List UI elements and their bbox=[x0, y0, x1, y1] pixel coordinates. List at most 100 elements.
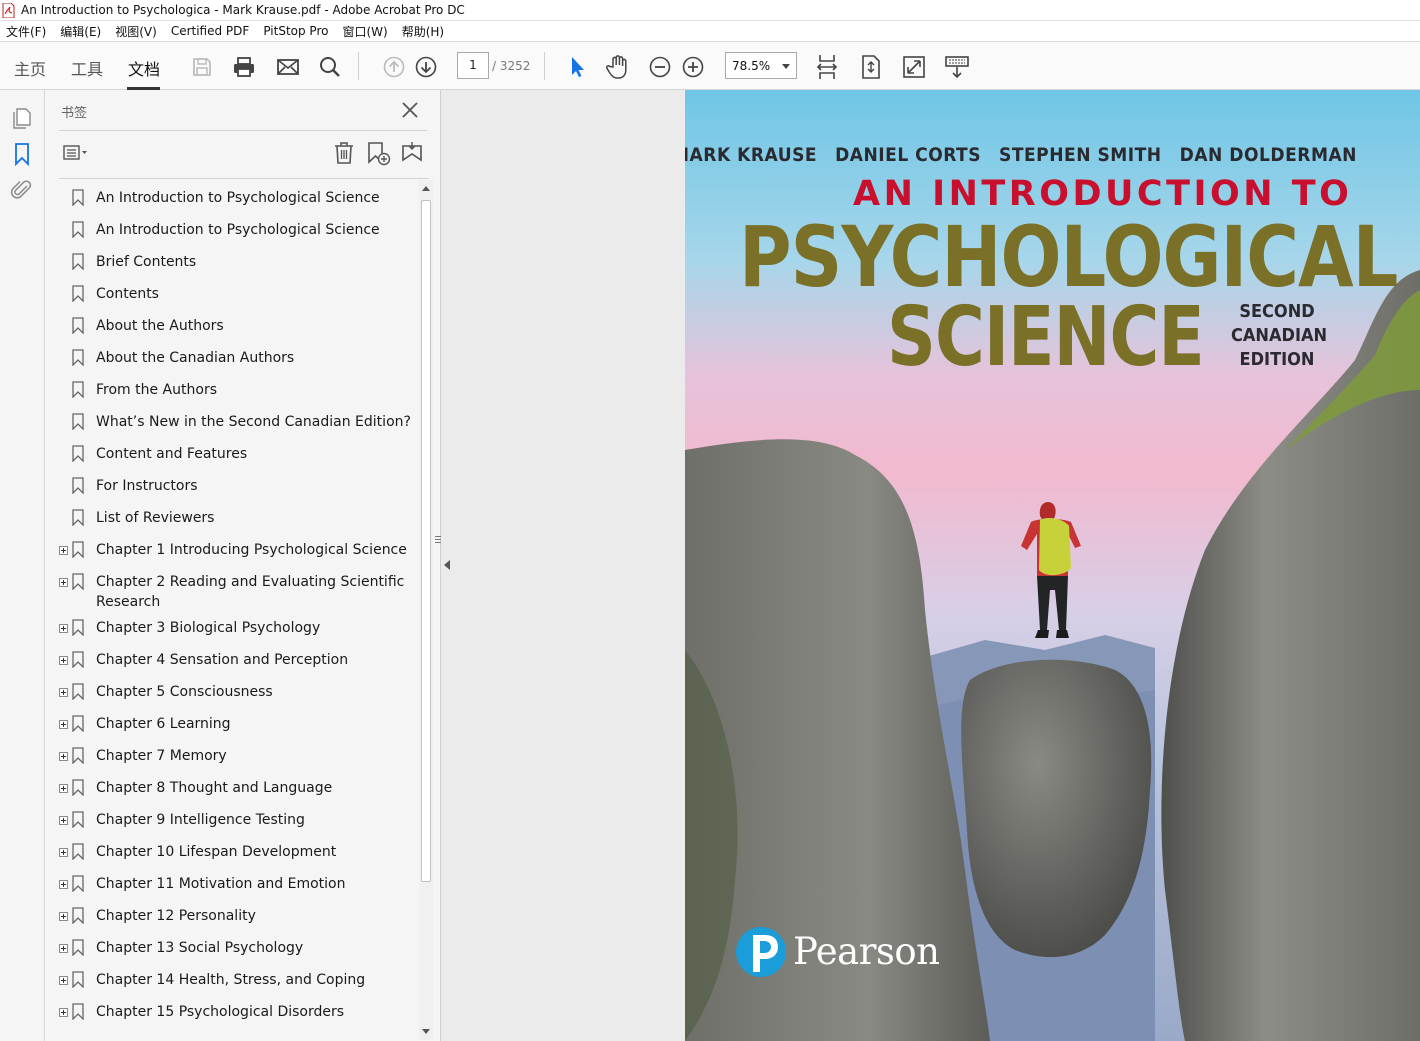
bookmark-item[interactable]: An Introduction to Psychological Science bbox=[59, 188, 419, 220]
bookmark-item[interactable]: Chapter 8 Thought and Language bbox=[59, 778, 419, 810]
scroll-down-icon[interactable] bbox=[422, 1029, 430, 1034]
expand-toggle-icon[interactable] bbox=[59, 944, 68, 953]
menu-help[interactable]: 帮助(H) bbox=[402, 23, 444, 40]
cover-edition-line: SECOND bbox=[1239, 301, 1315, 322]
expand-toggle-icon[interactable] bbox=[59, 1008, 68, 1017]
bookmark-item[interactable]: Chapter 15 Psychological Disorders bbox=[59, 1002, 419, 1034]
collapse-panel-icon[interactable] bbox=[444, 560, 450, 570]
options-menu-icon[interactable] bbox=[62, 140, 88, 166]
expand-toggle-icon[interactable] bbox=[59, 912, 68, 921]
cover-edition-line: EDITION bbox=[1239, 349, 1315, 370]
bookmark-icon bbox=[72, 541, 84, 558]
divider bbox=[59, 130, 427, 131]
page-thumbnails-icon[interactable] bbox=[10, 106, 34, 130]
bookmark-item[interactable]: Chapter 5 Consciousness bbox=[59, 682, 419, 714]
zoom-select[interactable]: 78.5% bbox=[725, 52, 797, 79]
bookmark-from-structure-icon[interactable] bbox=[399, 140, 425, 166]
menu-certified-pdf[interactable]: Certified PDF bbox=[171, 24, 250, 38]
print-icon[interactable] bbox=[231, 54, 257, 80]
bookmark-item[interactable]: Contents bbox=[59, 284, 419, 316]
page-up-icon[interactable] bbox=[381, 54, 407, 80]
expand-toggle-icon[interactable] bbox=[59, 656, 68, 665]
zoom-in-icon[interactable] bbox=[680, 54, 706, 80]
scrollbar-thumb[interactable] bbox=[421, 200, 431, 882]
bookmark-item[interactable]: Chapter 3 Biological Psychology bbox=[59, 618, 419, 650]
expand-toggle-icon[interactable] bbox=[59, 848, 68, 857]
select-cursor-icon[interactable] bbox=[563, 54, 589, 80]
bookmark-label: Chapter 12 Personality bbox=[96, 908, 256, 924]
bookmarks-scrollbar[interactable] bbox=[419, 180, 433, 1040]
page-number-input[interactable]: 1 bbox=[457, 52, 489, 79]
window-title-bar: An Introduction to Psychologica - Mark K… bbox=[0, 0, 1420, 21]
menu-view[interactable]: 视图(V) bbox=[115, 23, 157, 40]
menu-pitstop-pro[interactable]: PitStop Pro bbox=[263, 24, 328, 38]
bookmarks-icon[interactable] bbox=[10, 142, 34, 166]
bookmark-icon bbox=[72, 811, 84, 828]
fit-page-icon[interactable] bbox=[858, 54, 884, 80]
tab-tools[interactable]: 工具 bbox=[71, 56, 103, 80]
bookmark-icon bbox=[72, 683, 84, 700]
bookmark-item[interactable]: What’s New in the Second Canadian Editio… bbox=[59, 412, 419, 444]
bookmark-item[interactable]: Content and Features bbox=[59, 444, 419, 476]
document-view[interactable]: MARK KRAUSE DANIEL CORTS STEPHEN SMITH D… bbox=[441, 90, 1420, 1041]
expand-toggle-icon[interactable] bbox=[59, 816, 68, 825]
bookmark-item[interactable]: Chapter 14 Health, Stress, and Coping bbox=[59, 970, 419, 1002]
new-bookmark-icon[interactable] bbox=[365, 140, 391, 166]
bookmark-item[interactable]: From the Authors bbox=[59, 380, 419, 412]
bookmark-item[interactable]: An Introduction to Psychological Science bbox=[59, 220, 419, 252]
email-icon[interactable] bbox=[275, 54, 301, 80]
cover-authors: MARK KRAUSE DANIEL CORTS STEPHEN SMITH D… bbox=[685, 144, 1420, 166]
expand-toggle-icon[interactable] bbox=[59, 688, 68, 697]
bookmark-item[interactable]: Chapter 4 Sensation and Perception bbox=[59, 650, 419, 682]
expand-toggle-icon[interactable] bbox=[59, 752, 68, 761]
bookmark-item[interactable]: For Instructors bbox=[59, 476, 419, 508]
menu-window[interactable]: 窗口(W) bbox=[342, 23, 387, 40]
expand-toggle-icon[interactable] bbox=[59, 880, 68, 889]
bookmark-item[interactable]: Chapter 9 Intelligence Testing bbox=[59, 810, 419, 842]
bookmark-item[interactable]: Chapter 13 Social Psychology bbox=[59, 938, 419, 970]
tab-document[interactable]: 文档 bbox=[128, 56, 160, 80]
read-mode-icon[interactable] bbox=[944, 54, 970, 80]
save-icon[interactable] bbox=[189, 54, 215, 80]
bookmark-item[interactable]: About the Authors bbox=[59, 316, 419, 348]
bookmarks-list: An Introduction to Psychological Science… bbox=[59, 179, 419, 1039]
chevron-down-icon bbox=[782, 64, 790, 69]
bookmark-item[interactable]: Chapter 12 Personality bbox=[59, 906, 419, 938]
left-navigation-rail bbox=[0, 90, 45, 1041]
bookmark-item[interactable]: Chapter 10 Lifespan Development bbox=[59, 842, 419, 874]
bookmark-item[interactable]: Chapter 1 Introducing Psychological Scie… bbox=[59, 540, 419, 572]
expand-toggle-icon[interactable] bbox=[59, 624, 68, 633]
delete-bookmark-icon[interactable] bbox=[331, 140, 357, 166]
expand-toggle-icon[interactable] bbox=[59, 546, 68, 555]
expand-toggle-icon[interactable] bbox=[59, 976, 68, 985]
menu-edit[interactable]: 编辑(E) bbox=[60, 23, 101, 40]
zoom-out-icon[interactable] bbox=[647, 54, 673, 80]
bookmark-item[interactable]: Brief Contents bbox=[59, 252, 419, 284]
bookmark-item[interactable]: List of Reviewers bbox=[59, 508, 419, 540]
scroll-up-icon[interactable] bbox=[422, 186, 430, 191]
attachments-icon[interactable] bbox=[10, 178, 34, 202]
bookmark-item[interactable]: Chapter 6 Learning bbox=[59, 714, 419, 746]
bookmark-item[interactable]: Chapter 11 Motivation and Emotion bbox=[59, 874, 419, 906]
fit-width-icon[interactable] bbox=[814, 54, 840, 80]
expand-toggle-icon[interactable] bbox=[59, 578, 68, 587]
bookmark-label: Chapter 8 Thought and Language bbox=[96, 780, 333, 796]
full-screen-icon[interactable] bbox=[901, 54, 927, 80]
bookmark-item[interactable]: About the Canadian Authors bbox=[59, 348, 419, 380]
close-icon[interactable] bbox=[400, 100, 420, 120]
expand-toggle-icon[interactable] bbox=[59, 720, 68, 729]
bookmark-label: Chapter 9 Intelligence Testing bbox=[96, 812, 305, 828]
expand-toggle-icon[interactable] bbox=[59, 784, 68, 793]
hand-tool-icon[interactable] bbox=[605, 54, 631, 80]
page-down-icon[interactable] bbox=[413, 54, 439, 80]
cover-author: DANIEL CORTS bbox=[835, 144, 982, 166]
bookmark-icon bbox=[72, 477, 84, 494]
search-icon[interactable] bbox=[317, 54, 343, 80]
tab-home[interactable]: 主页 bbox=[14, 56, 46, 80]
cover-author: DAN DOLDERMAN bbox=[1179, 144, 1357, 166]
bookmark-item[interactable]: Chapter 7 Memory bbox=[59, 746, 419, 778]
bookmark-label: Chapter 4 Sensation and Perception bbox=[96, 652, 349, 668]
bookmark-label: About the Authors bbox=[96, 318, 224, 334]
menu-file[interactable]: 文件(F) bbox=[6, 23, 46, 40]
bookmark-item[interactable]: Chapter 2 Reading and Evaluating Scienti… bbox=[59, 572, 419, 618]
